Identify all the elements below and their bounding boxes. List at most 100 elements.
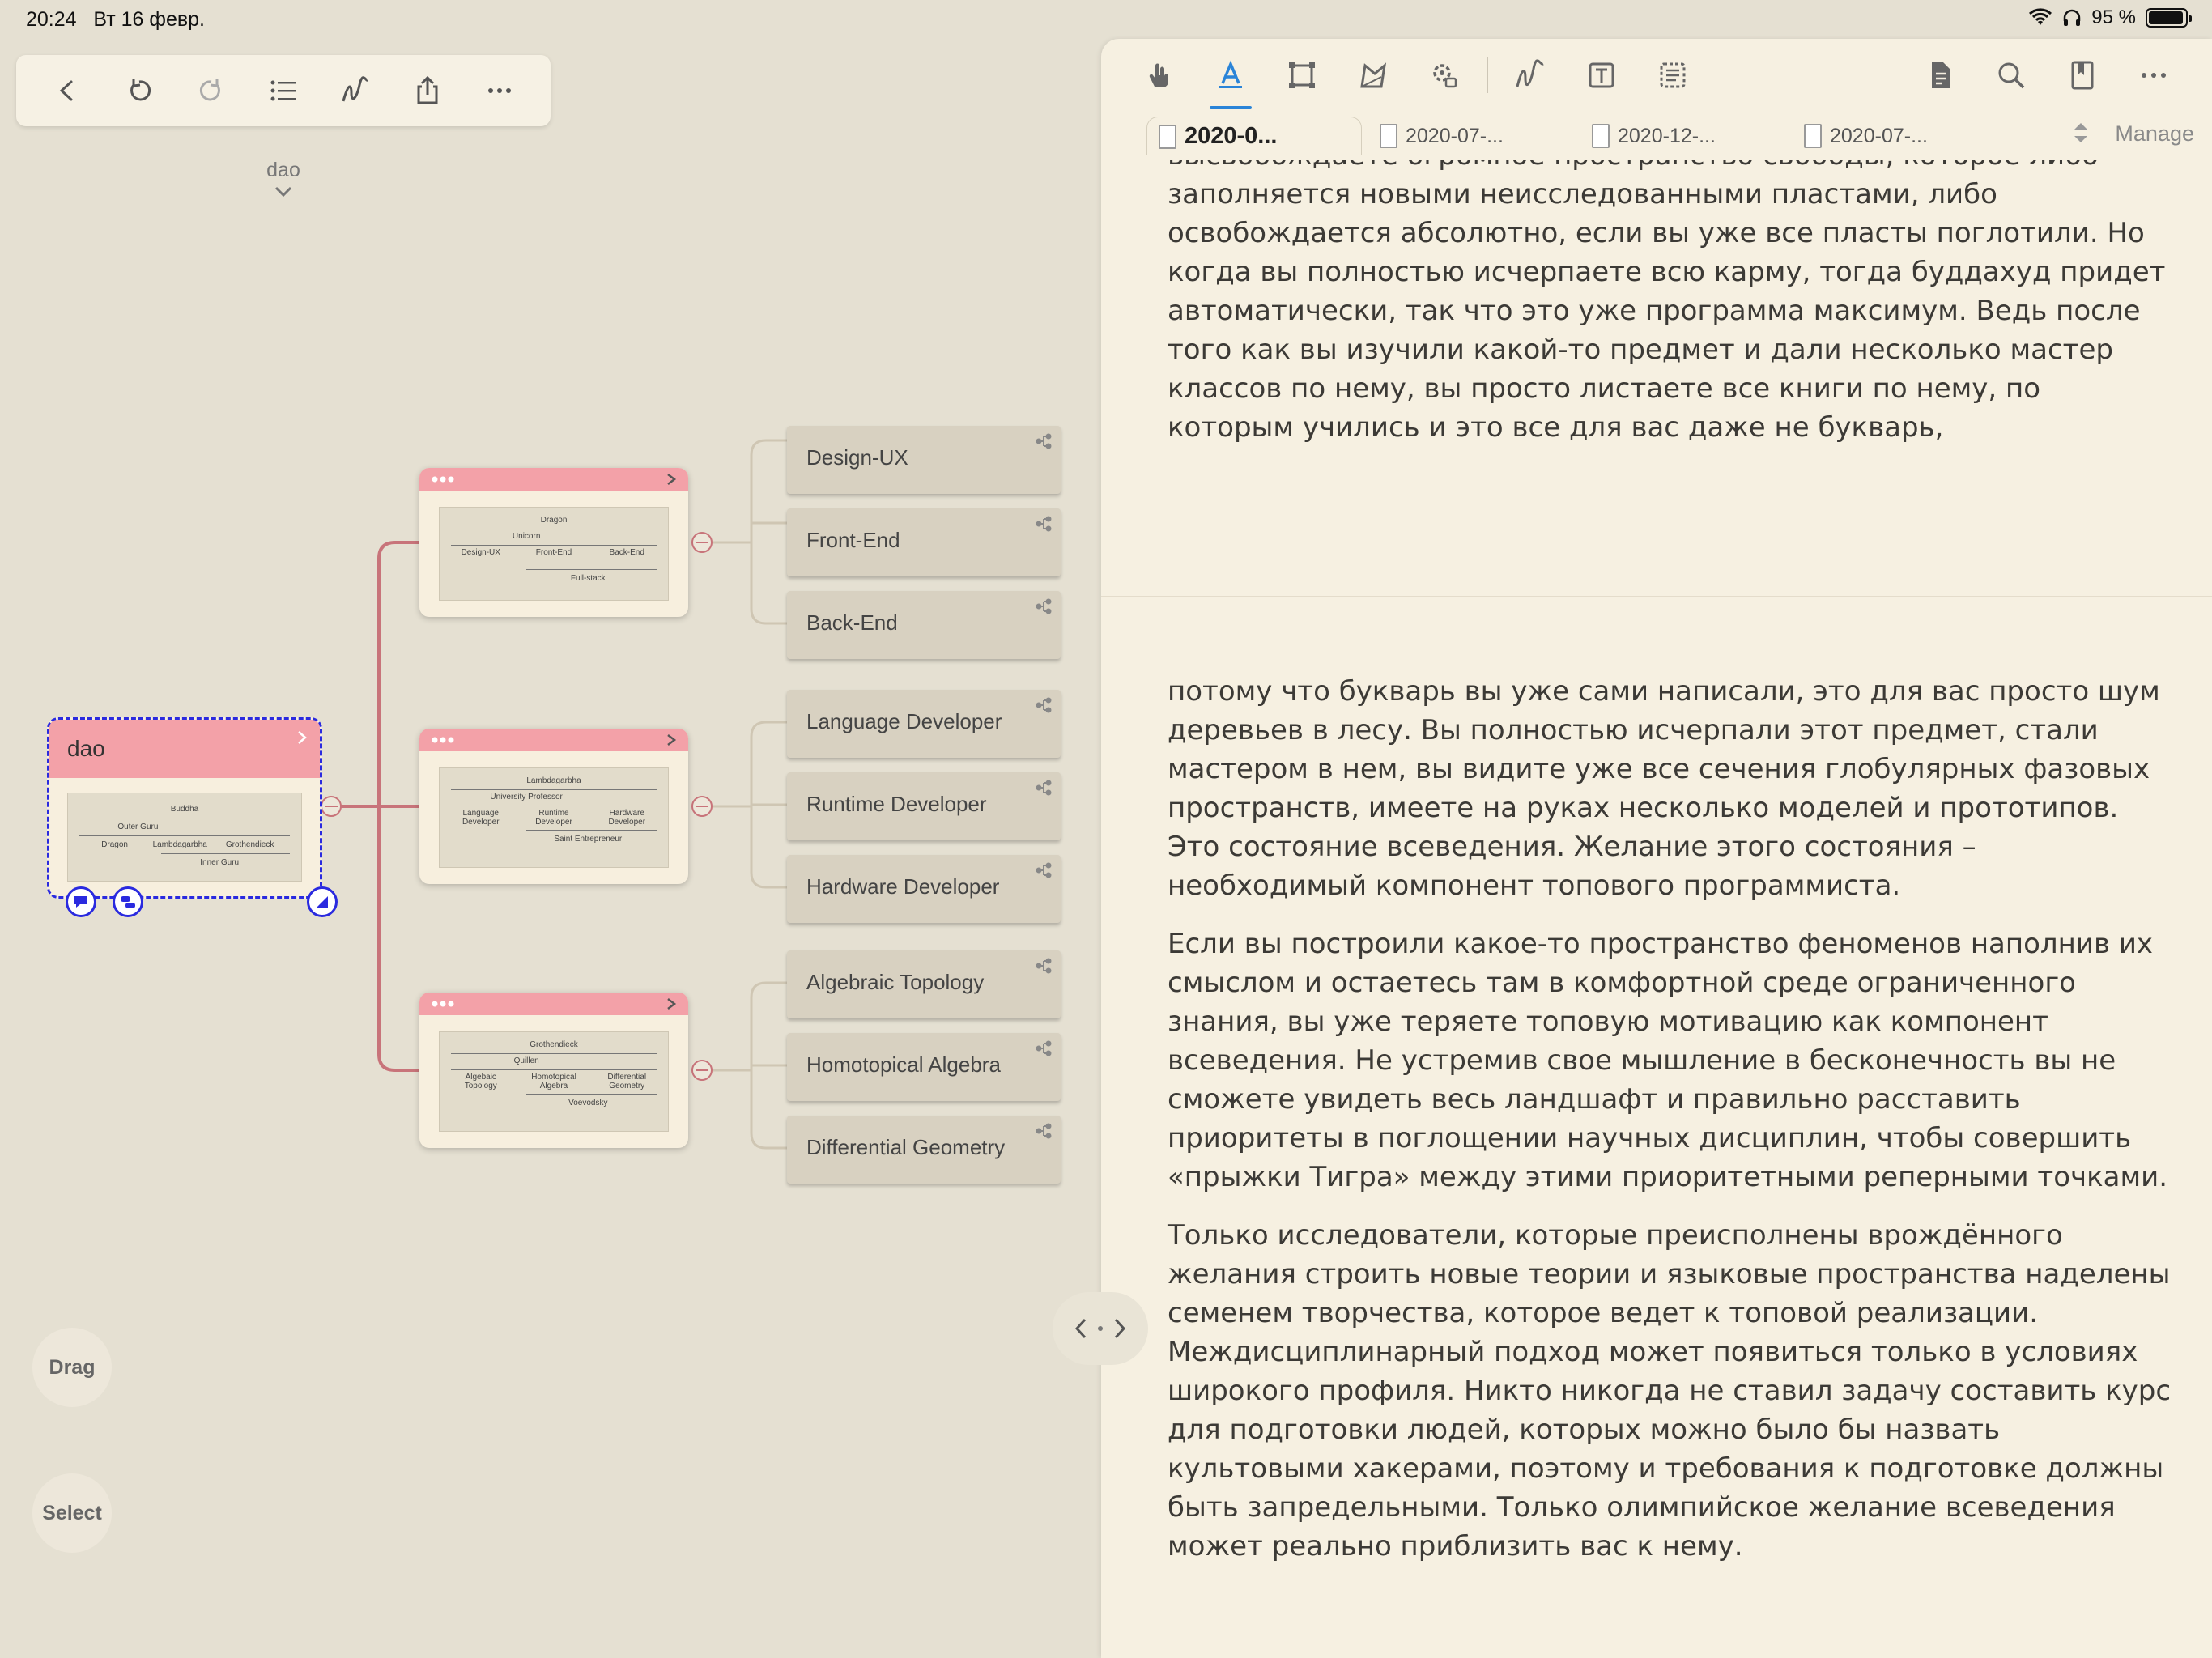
thumb-bottom: Full-stack bbox=[570, 574, 606, 583]
tab-document[interactable]: 2020-12-... bbox=[1580, 117, 1783, 155]
document-icon bbox=[1159, 124, 1176, 149]
more-icon[interactable] bbox=[431, 736, 455, 744]
thumb-top: Lambdagarbha bbox=[526, 776, 581, 785]
chevron-right-icon bbox=[1114, 1318, 1126, 1339]
thumb-mid: Quillen bbox=[513, 1056, 539, 1065]
tab-label: 2020-07-... bbox=[1406, 124, 1504, 147]
drag-button[interactable]: Drag bbox=[32, 1328, 112, 1407]
leaf-label: Language Developer bbox=[806, 709, 1002, 733]
pen-squiggle-icon[interactable] bbox=[331, 66, 380, 115]
select-button[interactable]: Select bbox=[32, 1473, 112, 1553]
settings-gear-icon[interactable] bbox=[1409, 41, 1480, 109]
comment-handle-icon[interactable] bbox=[66, 886, 96, 917]
leaf-label: Runtime Developer bbox=[806, 792, 987, 816]
leaf-node[interactable]: Runtime Developer bbox=[787, 772, 1061, 840]
more-icon[interactable] bbox=[2118, 41, 2189, 109]
leaf-label: Algebraic Topology bbox=[806, 970, 985, 994]
leaf-node[interactable]: Front-End bbox=[787, 508, 1061, 576]
leaf-node[interactable]: Hardware Developer bbox=[787, 855, 1061, 923]
leaf-node[interactable]: Algebraic Topology bbox=[787, 950, 1061, 1018]
thumb-mid: Unicorn bbox=[512, 532, 541, 541]
expand-chevron-icon[interactable] bbox=[666, 997, 677, 1011]
reader-toolbar bbox=[1101, 39, 2212, 112]
branch-icon[interactable] bbox=[1035, 861, 1053, 879]
bookmark-icon[interactable] bbox=[2047, 41, 2118, 109]
leaf-node[interactable]: Homotopical Algebra bbox=[787, 1033, 1061, 1101]
group-node-grothendieck[interactable]: Grothendieck Quillen Algebaic Topology Homo… bbox=[419, 993, 688, 1148]
thumb-top: Grothendieck bbox=[530, 1040, 578, 1049]
reader-page-bottom: потому что букварь вы уже сами написали,… bbox=[1168, 672, 2172, 1585]
branch-icon[interactable] bbox=[1035, 1122, 1053, 1140]
lasso-icon[interactable] bbox=[1338, 41, 1409, 109]
text-highlight-icon[interactable] bbox=[1195, 41, 1266, 109]
leaf-node[interactable]: Language Developer bbox=[787, 690, 1061, 758]
tab-document[interactable]: 2020-0... bbox=[1146, 117, 1362, 155]
wifi-icon bbox=[2029, 8, 2052, 25]
pen-squiggle-icon[interactable] bbox=[1495, 41, 1566, 109]
card-header bbox=[419, 993, 688, 1015]
branch-icon[interactable] bbox=[1035, 957, 1053, 975]
branch-icon[interactable] bbox=[1035, 779, 1053, 797]
tab-document[interactable]: 2020-07-... bbox=[1793, 117, 1995, 155]
card-header bbox=[419, 468, 688, 491]
expand-chevron-icon[interactable] bbox=[666, 733, 677, 747]
thumb-item: Dragon bbox=[101, 840, 128, 849]
search-icon[interactable] bbox=[1976, 41, 2047, 109]
group-node-lambdagarbha[interactable]: Lambdagarbha University Professor Language… bbox=[419, 729, 688, 884]
thumb-item: Language Developer bbox=[462, 809, 500, 827]
headphones-icon bbox=[2064, 9, 2081, 26]
thumb-item: Runtime Developer bbox=[535, 809, 572, 827]
reader-paragraph: высвобождаете огромное пространство своб… bbox=[1168, 160, 2166, 444]
leaf-label: Homotopical Algebra bbox=[806, 1052, 1001, 1077]
rectangle-select-icon[interactable] bbox=[1266, 41, 1338, 109]
tab-document[interactable]: 2020-07-... bbox=[1368, 117, 1571, 155]
resize-handle-icon[interactable] bbox=[307, 886, 338, 917]
split-view-handle[interactable] bbox=[1053, 1292, 1148, 1365]
text-box-icon[interactable] bbox=[1566, 41, 1637, 109]
leaf-node[interactable]: Back-End bbox=[787, 591, 1061, 659]
branch-icon[interactable] bbox=[1035, 432, 1053, 450]
mindmap-canvas[interactable]: dao Buddha Outer Guru Dragon Lambdagarbh… bbox=[0, 0, 1101, 1658]
more-icon[interactable] bbox=[431, 1000, 455, 1008]
group-node-dragon[interactable]: Dragon Unicorn Design-UX Front-End Back-End F… bbox=[419, 468, 688, 617]
thumb-item: Front-End bbox=[535, 548, 572, 557]
thumb-item: Lambdagarbha bbox=[152, 840, 207, 849]
breadcrumb-label: dao bbox=[266, 159, 300, 181]
branch-icon[interactable] bbox=[1035, 696, 1053, 714]
share-icon[interactable] bbox=[403, 66, 452, 115]
leaf-label: Front-End bbox=[806, 528, 900, 552]
thumb-item: Algebaic Topology bbox=[464, 1073, 497, 1090]
leaf-node[interactable]: Design-UX bbox=[787, 426, 1061, 494]
manage-tabs-button[interactable]: Manage bbox=[2115, 121, 2194, 147]
breadcrumb[interactable]: dao bbox=[243, 159, 324, 198]
outline-list-icon[interactable] bbox=[259, 66, 308, 115]
reader-paragraph: потому что букварь вы уже сами написали,… bbox=[1168, 675, 2160, 902]
document-icon[interactable] bbox=[1904, 41, 1976, 109]
link-handle-icon[interactable] bbox=[113, 886, 143, 917]
branch-icon[interactable] bbox=[1035, 515, 1053, 533]
tab-label: 2020-12-... bbox=[1618, 124, 1716, 147]
expand-chevron-icon[interactable] bbox=[666, 472, 677, 487]
more-icon[interactable] bbox=[475, 66, 524, 115]
undo-icon[interactable] bbox=[115, 66, 164, 115]
thumb-item: Differential Geometry bbox=[607, 1073, 647, 1090]
branch-icon[interactable] bbox=[1035, 597, 1053, 615]
battery-icon bbox=[2146, 8, 2192, 28]
branch-icon[interactable] bbox=[1035, 1039, 1053, 1057]
leaf-node[interactable]: Differential Geometry bbox=[787, 1116, 1061, 1184]
sort-updown-icon[interactable] bbox=[2071, 120, 2091, 146]
thumb-bottom: Inner Guru bbox=[200, 858, 240, 867]
leaf-label: Hardware Developer bbox=[806, 874, 1000, 899]
expand-chevron-icon[interactable] bbox=[296, 729, 308, 746]
thumb-item: Grothendieck bbox=[225, 840, 274, 849]
text-select-icon[interactable] bbox=[1637, 41, 1708, 109]
more-icon[interactable] bbox=[431, 475, 455, 483]
root-node-thumbnail: Buddha Outer Guru Dragon Lambdagarbha Gr… bbox=[67, 793, 302, 882]
root-node-dao[interactable]: dao Buddha Outer Guru Dragon Lambdagarbh… bbox=[47, 717, 338, 917]
battery-percent: 95 % bbox=[2091, 6, 2136, 28]
hand-icon[interactable] bbox=[1124, 41, 1195, 109]
thumb-top: Dragon bbox=[540, 516, 568, 525]
thumb-item: Homotopical Algebra bbox=[531, 1073, 576, 1090]
redo-icon[interactable] bbox=[187, 66, 236, 115]
back-icon[interactable] bbox=[43, 66, 91, 115]
